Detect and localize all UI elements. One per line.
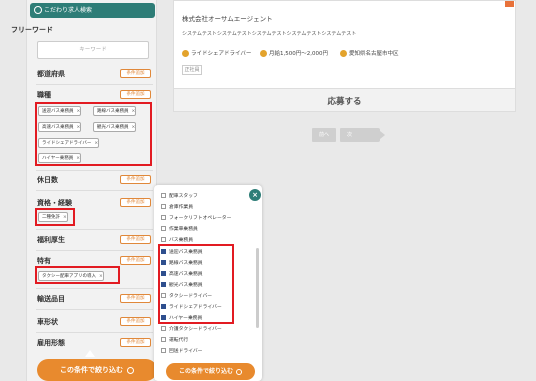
checkbox[interactable]: [161, 193, 166, 198]
salary-info: 月給1,500円〜2,000円: [260, 49, 328, 57]
sidebar-apply-button[interactable]: この条件で絞り込む: [37, 359, 157, 381]
checkbox[interactable]: [161, 237, 166, 242]
section-special: 特有: [37, 257, 51, 265]
highlight-box: [35, 102, 152, 166]
section-benefits: 福利厚生: [37, 236, 65, 244]
add-cargo-button[interactable]: 条件追加: [120, 294, 151, 303]
divider: [36, 309, 153, 310]
popup-scrollbar[interactable]: [256, 248, 259, 328]
yen-icon: [260, 50, 267, 57]
job-type-text: ライドシェアドライバー: [191, 51, 252, 57]
divider: [36, 229, 153, 230]
highlight-box: [158, 244, 234, 324]
company-name: 株式会社オーサムエージェント: [182, 15, 273, 23]
checkbox[interactable]: [161, 348, 166, 353]
option-label: 運転代行: [169, 338, 189, 343]
section-license: 資格・経験: [37, 199, 72, 207]
add-special-button[interactable]: 条件追加: [120, 256, 151, 265]
prev-button[interactable]: 前へ: [312, 128, 336, 142]
section-cargo: 輸送品目: [37, 295, 65, 303]
section-prefecture: 都道府県: [37, 70, 65, 78]
job-icon: [182, 50, 189, 57]
divider: [36, 170, 153, 171]
checkbox[interactable]: [161, 215, 166, 220]
employment-tag: 正社員: [182, 65, 202, 75]
search-icon: [34, 6, 42, 14]
divider: [36, 250, 153, 251]
option-label: 配車スタッフ: [169, 194, 198, 199]
search-icon: [127, 366, 134, 374]
location-info: 愛知県名古屋市中区: [340, 49, 399, 57]
option-item[interactable]: 運転代行: [161, 336, 188, 343]
option-item[interactable]: 倉庫作業員: [161, 203, 193, 210]
option-label: フォークリフトオペレーター: [169, 216, 232, 221]
arrow-icon: [380, 131, 385, 139]
apply-button[interactable]: 応募する: [173, 88, 516, 112]
option-label: 倉庫作業員: [169, 205, 193, 210]
add-benefits-button[interactable]: 条件追加: [120, 235, 151, 244]
keyword-input[interactable]: キーワード: [37, 41, 149, 59]
add-license-button[interactable]: 条件追加: [120, 198, 151, 207]
add-vehicle-button[interactable]: 条件追加: [120, 317, 151, 326]
add-employment-button[interactable]: 条件追加: [120, 338, 151, 347]
apply-label: この条件で絞り込む: [178, 368, 233, 375]
option-item[interactable]: 介護タクシードライバー: [161, 325, 222, 332]
add-job-type-button[interactable]: 条件追加: [120, 90, 151, 99]
scroll-up-indicator: [85, 350, 95, 357]
add-prefecture-button[interactable]: 条件追加: [120, 69, 151, 78]
checkbox[interactable]: [161, 337, 166, 342]
search-icon: [236, 368, 242, 375]
close-icon[interactable]: ×: [249, 189, 261, 201]
popup-apply-button[interactable]: この条件で絞り込む: [166, 363, 255, 380]
option-label: バス乗務員: [169, 238, 193, 243]
option-item[interactable]: バス乗務員: [161, 236, 193, 243]
highlight-box: [35, 208, 75, 226]
job-type-info: ライドシェアドライバー: [182, 49, 251, 57]
section-employment: 雇用形態: [37, 339, 65, 347]
section-job-type: 職種: [37, 91, 51, 99]
checkbox[interactable]: [161, 326, 166, 331]
option-item[interactable]: 回送ドライバー: [161, 347, 202, 354]
freeword-label: フリーワード: [11, 26, 53, 34]
option-item[interactable]: フォークリフトオペレーター: [161, 214, 231, 221]
search-header: こだわり求人検索: [30, 3, 155, 18]
location-icon: [340, 50, 347, 57]
section-holidays: 休日数: [37, 176, 58, 184]
option-label: 作業車乗務員: [169, 227, 198, 232]
salary-text: 月給1,500円〜2,000円: [269, 51, 328, 57]
search-header-label: こだわり求人検索: [44, 7, 93, 14]
divider: [36, 84, 153, 85]
option-label: 回送ドライバー: [169, 349, 203, 354]
job-description: システムテストシステムテストシステムテストシステムテストシステムテスト: [182, 31, 357, 37]
divider: [36, 332, 153, 333]
option-item[interactable]: 配車スタッフ: [161, 192, 198, 199]
highlight-box: [35, 266, 120, 284]
option-label: 介護タクシードライバー: [169, 327, 222, 332]
section-vehicle: 車形状: [37, 318, 58, 326]
add-holidays-button[interactable]: 条件追加: [120, 175, 151, 184]
checkbox[interactable]: [161, 204, 166, 209]
checkbox[interactable]: [161, 226, 166, 231]
apply-label: 応募する: [327, 97, 362, 107]
option-item[interactable]: 作業車乗務員: [161, 225, 198, 232]
location-text: 愛知県名古屋市中区: [349, 51, 399, 57]
divider: [36, 190, 153, 191]
apply-label: この条件で絞り込む: [60, 366, 123, 374]
truck-icon: [352, 128, 380, 142]
corner-badge: [505, 1, 514, 7]
divider: [36, 288, 153, 289]
